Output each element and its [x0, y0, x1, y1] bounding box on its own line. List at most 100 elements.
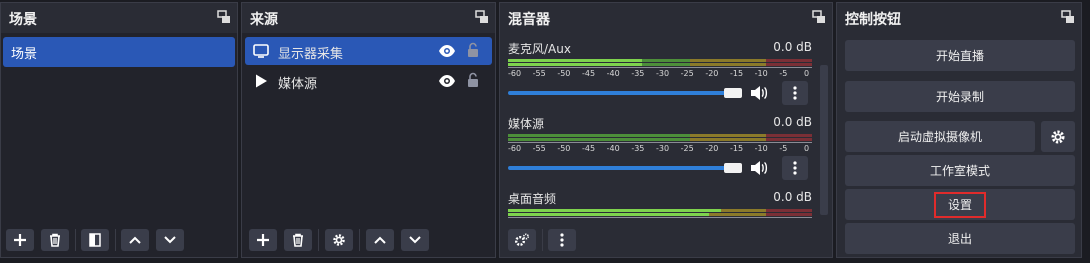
meter-tick-label: -40 — [606, 144, 620, 153]
channel-menu-button[interactable] — [782, 81, 808, 105]
move-source-down-button[interactable] — [401, 229, 429, 251]
eye-icon[interactable] — [438, 74, 456, 88]
source-item[interactable]: 媒体源 — [245, 67, 492, 95]
settings-button[interactable]: 设置 — [845, 189, 1075, 220]
mixer-scrollbar[interactable] — [820, 65, 828, 215]
meter-ticks: -60 -55 -50 -45 -40 -35 -30 -25 -20 -15 -10 -5 0 — [508, 142, 812, 156]
add-source-button[interactable] — [249, 229, 277, 251]
advanced-audio-button[interactable] — [508, 229, 536, 251]
exit-button[interactable]: 退出 — [845, 223, 1075, 254]
volume-slider[interactable] — [508, 91, 726, 95]
scenes-dock: 场景 场景 — [0, 2, 238, 258]
play-icon — [256, 74, 267, 88]
mixer-dock-title: 混音器 — [508, 12, 550, 28]
scenes-toolbar — [1, 225, 237, 257]
volume-meter — [508, 213, 812, 216]
meter-tick-label: -30 — [656, 144, 670, 153]
meter-tick-label: -45 — [582, 144, 596, 153]
more-vertical-icon — [560, 233, 564, 247]
channel-menu-button[interactable] — [782, 156, 808, 180]
meter-tick-label: -30 — [656, 69, 670, 78]
gear-icon — [1051, 130, 1065, 143]
meter-tick-label: -5 — [779, 144, 788, 153]
chevron-up-icon — [374, 236, 386, 244]
undock-icon[interactable] — [1061, 10, 1075, 24]
move-scene-up-button[interactable] — [121, 229, 149, 251]
meter-tick-label: -40 — [606, 69, 620, 78]
start-virtual-camera-button[interactable]: 启动虚拟摄像机 — [845, 121, 1035, 152]
more-vertical-icon — [793, 86, 797, 100]
move-source-up-button[interactable] — [366, 229, 394, 251]
undock-icon[interactable] — [475, 10, 489, 24]
move-scene-down-button[interactable] — [156, 229, 184, 251]
settings-label: 设置 — [933, 191, 986, 218]
undock-icon[interactable] — [812, 10, 826, 24]
controls-dock: 控制按钮 开始直播 开始录制 启动虚拟摄像机 工作室模式 设置 退出 — [836, 2, 1082, 258]
mixer-menu-button[interactable] — [548, 229, 576, 251]
volume-slider-handle[interactable] — [724, 163, 742, 173]
mixer-channel: 麦克风/Aux 0.0 dB -60 -55 -50 -45 -40 -35 -30 -25-… — [508, 40, 816, 110]
meter-tick-label: -10 — [754, 144, 768, 153]
lock-icon[interactable] — [466, 42, 480, 58]
volume-slider[interactable] — [508, 166, 726, 170]
channel-name: 桌面音频 — [508, 192, 557, 206]
studio-mode-button[interactable]: 工作室模式 — [845, 155, 1075, 186]
meter-tick-label: -35 — [631, 69, 645, 78]
plus-icon — [14, 234, 26, 246]
source-item[interactable]: 显示器采集 — [245, 37, 492, 65]
start-recording-button[interactable]: 开始录制 — [845, 81, 1075, 112]
sources-toolbar — [242, 225, 495, 257]
meter-ticks: -60 -55 -50 -45 -40 -35 -30 -25 -20 -15 -10 -5 0 — [508, 67, 812, 81]
meter-tick-label: 0 — [804, 69, 810, 78]
toolbar-divider — [115, 229, 116, 251]
undock-icon[interactable] — [217, 10, 231, 24]
start-streaming-button[interactable]: 开始直播 — [845, 40, 1075, 71]
toolbar-divider — [542, 229, 543, 251]
meter-tick-label: -50 — [557, 144, 571, 153]
meter-tick-label: -20 — [705, 144, 719, 153]
meter-tick-label: 0 — [804, 144, 810, 153]
volume-slider-handle[interactable] — [724, 88, 742, 98]
channel-db: 0.0 dB — [773, 115, 812, 129]
meter-tick-label: -15 — [730, 69, 744, 78]
meter-tick-label: -5 — [779, 69, 788, 78]
channel-name: 麦克风/Aux — [508, 42, 571, 56]
scene-item-label: 场景 — [11, 46, 38, 62]
meter-tick-label: -60 — [508, 69, 522, 78]
scene-filters-button[interactable] — [81, 229, 109, 251]
channel-db: 0.0 dB — [773, 40, 812, 54]
remove-scene-button[interactable] — [41, 229, 69, 251]
sources-dock: 来源 显示器采集 媒体源 — [241, 2, 496, 258]
lock-icon[interactable] — [466, 72, 480, 88]
meter-tick-label: -25 — [680, 144, 694, 153]
scenes-dock-title: 场景 — [9, 12, 37, 28]
scenes-list: 场景 — [1, 33, 237, 257]
channel-db: 0.0 dB — [773, 190, 812, 204]
mixer-dock: 混音器 麦克风/Aux 0.0 dB -60 -55 -50 -45 -40 -35 -30… — [499, 2, 833, 258]
mixer-channel: 桌面音频 0.0 dB — [508, 190, 816, 220]
chevron-down-icon — [409, 236, 421, 244]
plus-icon — [257, 234, 269, 246]
add-scene-button[interactable] — [6, 229, 34, 251]
monitor-icon — [253, 44, 269, 58]
meter-tick-label: -60 — [508, 144, 522, 153]
mixer-toolbar — [500, 225, 832, 257]
remove-source-button[interactable] — [284, 229, 312, 251]
trash-icon — [50, 233, 60, 247]
volume-meter — [508, 138, 812, 141]
virtual-camera-settings-button[interactable] — [1041, 121, 1075, 152]
eye-icon[interactable] — [438, 44, 456, 58]
sources-list: 显示器采集 媒体源 — [242, 33, 495, 257]
scene-item[interactable]: 场景 — [3, 37, 235, 67]
meter-scale — [508, 217, 812, 221]
mixer-channels: 麦克风/Aux 0.0 dB -60 -55 -50 -45 -40 -35 -30 -25-… — [500, 33, 832, 257]
volume-meter — [508, 209, 812, 212]
meter-tick-label: -20 — [705, 69, 719, 78]
toolbar-divider — [318, 229, 319, 251]
trash-icon — [293, 233, 303, 247]
speaker-icon[interactable] — [750, 160, 768, 176]
source-item-label: 媒体源 — [278, 77, 318, 92]
source-properties-button[interactable] — [325, 229, 353, 251]
speaker-icon[interactable] — [750, 85, 768, 101]
gear-icon — [515, 233, 530, 246]
